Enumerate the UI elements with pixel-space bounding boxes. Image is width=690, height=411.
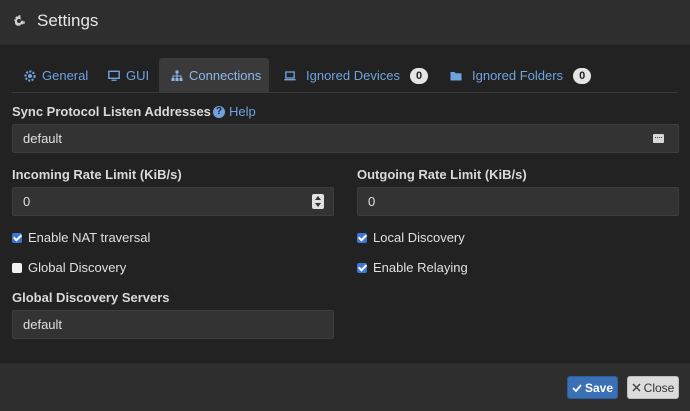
dialog-header: Settings	[0, 0, 690, 46]
close-icon	[632, 383, 641, 392]
tab-ignored-folders-label: Ignored Folders	[472, 68, 564, 83]
tab-general[interactable]: General	[24, 58, 88, 93]
tab-bar: General GUI Connections Ignored Devices …	[12, 58, 678, 93]
sitemap-icon	[171, 70, 183, 81]
folder-icon	[450, 71, 462, 80]
gear-icon	[24, 69, 36, 82]
outgoing-rate-label: Outgoing Rate Limit (KiB/s)	[357, 167, 527, 182]
laptop-icon	[284, 70, 296, 80]
dialog-footer: Save Close	[0, 362, 690, 411]
discovery-servers-label: Global Discovery Servers	[12, 290, 170, 305]
nat-traversal-label: Enable NAT traversal	[28, 230, 151, 245]
close-button[interactable]: Close	[627, 376, 679, 399]
question-circle-icon: ?	[213, 105, 225, 118]
relaying-checkbox[interactable]: Enable Relaying	[357, 260, 468, 275]
sync-addresses-input[interactable]: default	[12, 124, 679, 153]
tab-ignored-devices[interactable]: Ignored Devices 0	[284, 58, 429, 93]
sync-addresses-label: Sync Protocol Listen Addresses	[12, 104, 211, 119]
discovery-servers-input[interactable]: default	[12, 310, 334, 339]
gear-icon	[14, 15, 25, 26]
discovery-servers-value: default	[23, 317, 63, 332]
tab-ignored-folders[interactable]: Ignored Folders 0	[450, 58, 592, 93]
ignored-devices-count-badge: 0	[409, 67, 429, 84]
incoming-rate-label: Incoming Rate Limit (KiB/s)	[12, 167, 182, 182]
checkbox-checked-icon[interactable]	[12, 232, 22, 243]
save-button-label: Save	[584, 380, 614, 395]
tab-gui-label: GUI	[126, 68, 150, 83]
sync-addresses-value: default	[23, 131, 63, 146]
tab-ignored-devices-label: Ignored Devices	[306, 68, 400, 83]
number-stepper-icon[interactable]	[312, 194, 324, 209]
help-link[interactable]: ? Help	[213, 104, 256, 119]
checkbox-unchecked-icon[interactable]	[12, 262, 22, 273]
checkbox-checked-icon[interactable]	[357, 232, 367, 243]
nat-traversal-checkbox[interactable]: Enable NAT traversal	[12, 230, 150, 245]
local-discovery-label: Local Discovery	[373, 230, 465, 245]
tab-connections-label: Connections	[189, 68, 262, 83]
monitor-icon	[108, 70, 120, 81]
global-discovery-label: Global Discovery	[28, 260, 127, 275]
tab-gui[interactable]: GUI	[108, 58, 149, 93]
dialog-body: General GUI Connections Ignored Devices …	[0, 46, 690, 362]
save-button[interactable]: Save	[567, 376, 618, 399]
ignored-folders-count-badge: 0	[573, 67, 592, 84]
tab-general-label: General	[42, 68, 89, 83]
tab-connections[interactable]: Connections	[159, 58, 269, 93]
incoming-rate-value: 0	[23, 194, 31, 209]
local-discovery-checkbox[interactable]: Local Discovery	[357, 230, 465, 245]
relaying-label: Enable Relaying	[373, 260, 468, 275]
outgoing-rate-input[interactable]: 0	[357, 187, 679, 216]
check-icon	[572, 383, 582, 392]
incoming-rate-input[interactable]: 0	[12, 187, 334, 216]
outgoing-rate-value: 0	[368, 194, 376, 209]
global-discovery-checkbox[interactable]: Global Discovery	[12, 260, 126, 275]
input-menu-icon[interactable]	[653, 134, 664, 143]
dialog-title: Settings	[37, 11, 99, 30]
help-link-label: Help	[229, 104, 256, 119]
checkbox-checked-icon[interactable]	[357, 262, 367, 273]
close-button-label: Close	[643, 380, 675, 395]
